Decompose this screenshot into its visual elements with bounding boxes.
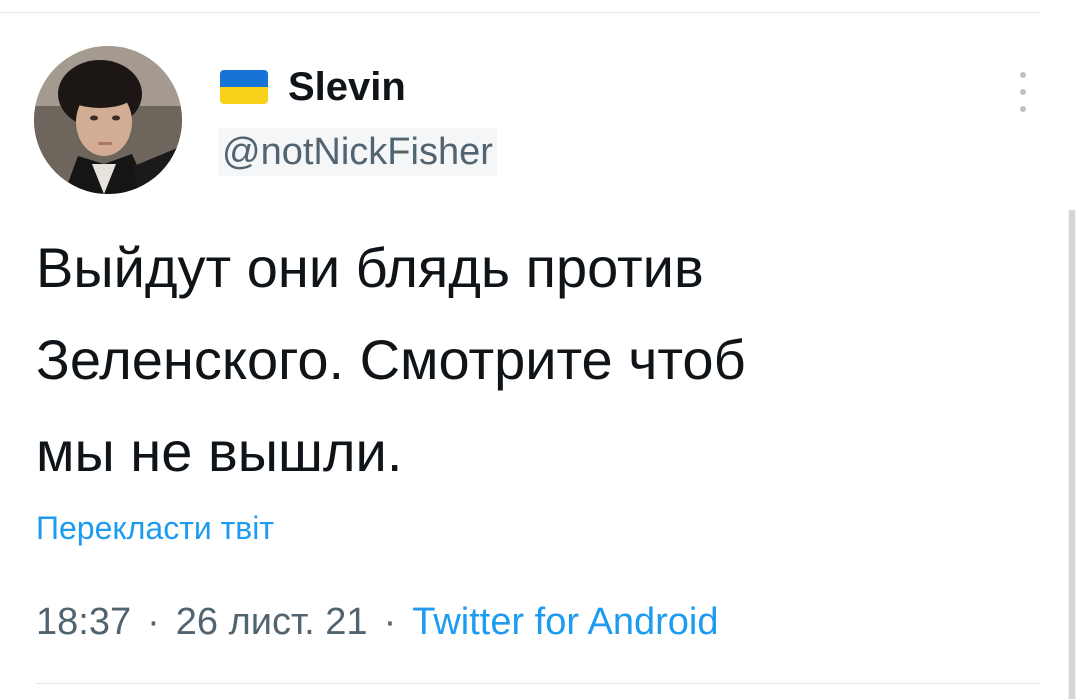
more-dot [1020,72,1026,78]
tweet-meta: 18:37 · 26 лист. 21 · Twitter for Androi… [36,596,718,648]
bottom-divider [36,683,1040,684]
translate-tweet-link[interactable]: Перекласти твіт [36,508,274,548]
tweet-text-line: Выйдут они блядь против [36,236,704,299]
meta-separator: · [383,600,397,643]
more-dot [1020,106,1026,112]
avatar-photo [34,46,182,194]
scrollbar-thumb[interactable] [1069,210,1075,699]
tweet-text-line: Зеленского. Смотрите чтоб [36,328,746,391]
top-divider [0,12,1040,13]
tweet-date[interactable]: 26 лист. 21 [176,601,368,644]
ukraine-flag-icon [220,70,268,104]
author-handle[interactable]: @notNickFisher [218,128,497,176]
author-name-row[interactable]: Slevin [220,64,406,110]
flag-blue-stripe [220,70,268,87]
tweet-source-link[interactable]: Twitter for Android [412,601,718,644]
tweet-time[interactable]: 18:37 [36,601,131,644]
tweet-text: Выйдут они блядь против Зеленского. Смот… [36,222,1056,498]
avatar[interactable] [34,46,182,194]
flag-yellow-stripe [220,87,268,104]
author-display-name[interactable]: Slevin [288,64,406,110]
more-dot [1020,89,1026,95]
tweet-text-line: мы не вышли. [36,420,403,483]
meta-separator: · [147,600,160,643]
more-vertical-icon[interactable] [1013,72,1033,112]
